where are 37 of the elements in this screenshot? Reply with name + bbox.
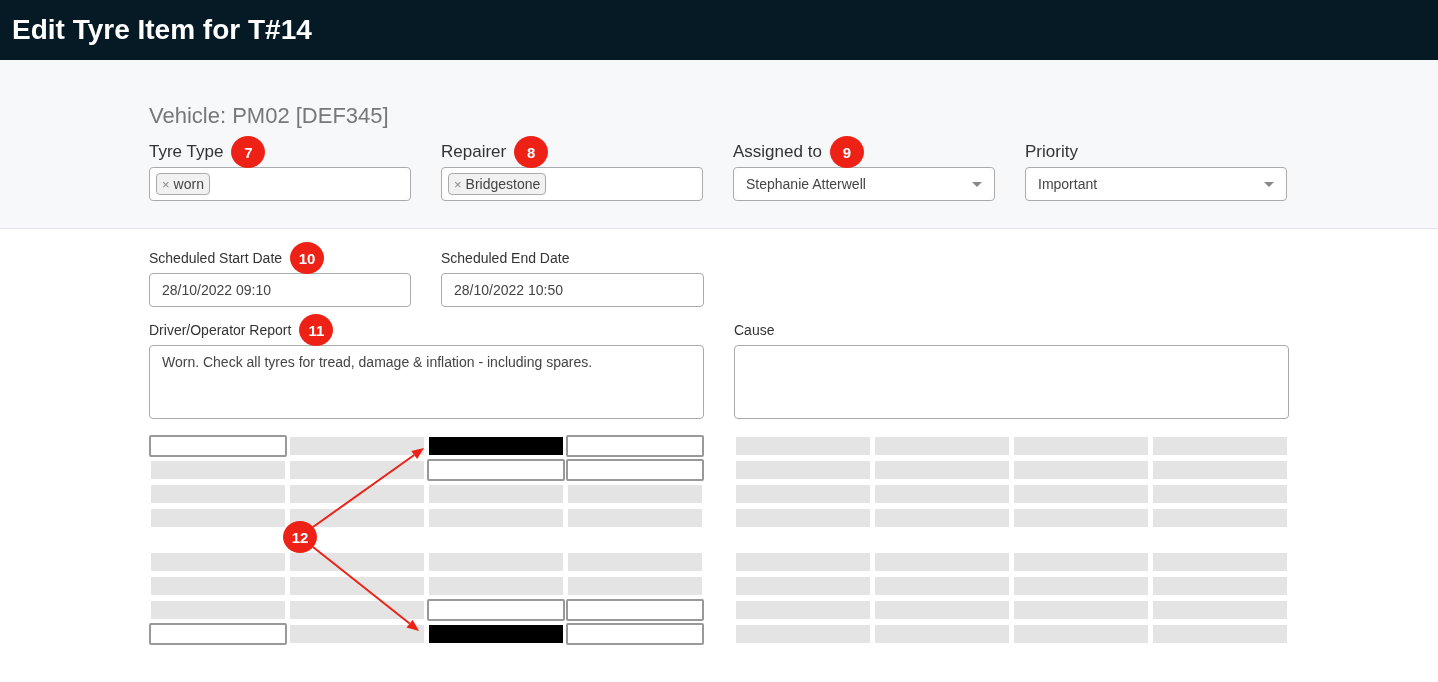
caret-icon <box>972 181 982 187</box>
field-label: Cause <box>734 322 775 338</box>
number-badge: 10 <box>290 242 325 274</box>
number-badge: 7 <box>231 136 266 168</box>
tyre-slot[interactable] <box>288 507 426 529</box>
field-label: Tyre Type <box>149 142 224 162</box>
tyre-slot[interactable] <box>288 575 426 597</box>
field-label: Driver/Operator Report <box>149 322 292 338</box>
caret-icon <box>1264 181 1274 187</box>
cause-textarea[interactable] <box>734 345 1289 419</box>
dropdown[interactable]: Stephanie Atterwell <box>733 167 995 201</box>
tag-input[interactable]: × Bridgestone <box>441 167 703 201</box>
vehicle-heading: Vehicle: PM02 [DEF345] <box>149 103 389 128</box>
tyre-slot-filled[interactable] <box>427 435 565 457</box>
field-label: Scheduled End Date <box>441 250 570 266</box>
report-textarea[interactable]: Worn. Check all tyres for tread, damage & inflation - including spares. <box>149 345 704 419</box>
dropdown-value: Stephanie Atterwell <box>746 176 866 192</box>
field-label: Priority <box>1025 142 1078 162</box>
tag-label: Bridgestone <box>465 176 541 192</box>
number-badge: 9 <box>829 136 864 168</box>
field-label: Repairer <box>441 142 507 162</box>
tyre-slot-outlined[interactable] <box>149 435 287 457</box>
date-field[interactable]: 28/10/2022 09:10 <box>149 273 411 307</box>
dropdown-value: Important <box>1038 176 1098 192</box>
tyre-slot[interactable] <box>288 483 426 505</box>
field-label: Scheduled Start Date <box>149 250 283 266</box>
tag-input[interactable]: × worn <box>149 167 411 201</box>
number-badge: 8 <box>514 136 549 168</box>
page-title: Edit Tyre Item for T#14 <box>12 14 312 46</box>
tyre-slot[interactable] <box>288 551 426 573</box>
tag-label: worn <box>173 176 204 192</box>
tyre-slot-outlined[interactable] <box>149 623 287 645</box>
number-badge: 11 <box>299 314 334 346</box>
dropdown[interactable]: Important <box>1025 167 1287 201</box>
field-label: Assigned to <box>733 142 822 162</box>
tyre-slot-filled[interactable] <box>427 623 565 645</box>
date-field[interactable]: 28/10/2022 10:50 <box>441 273 704 307</box>
